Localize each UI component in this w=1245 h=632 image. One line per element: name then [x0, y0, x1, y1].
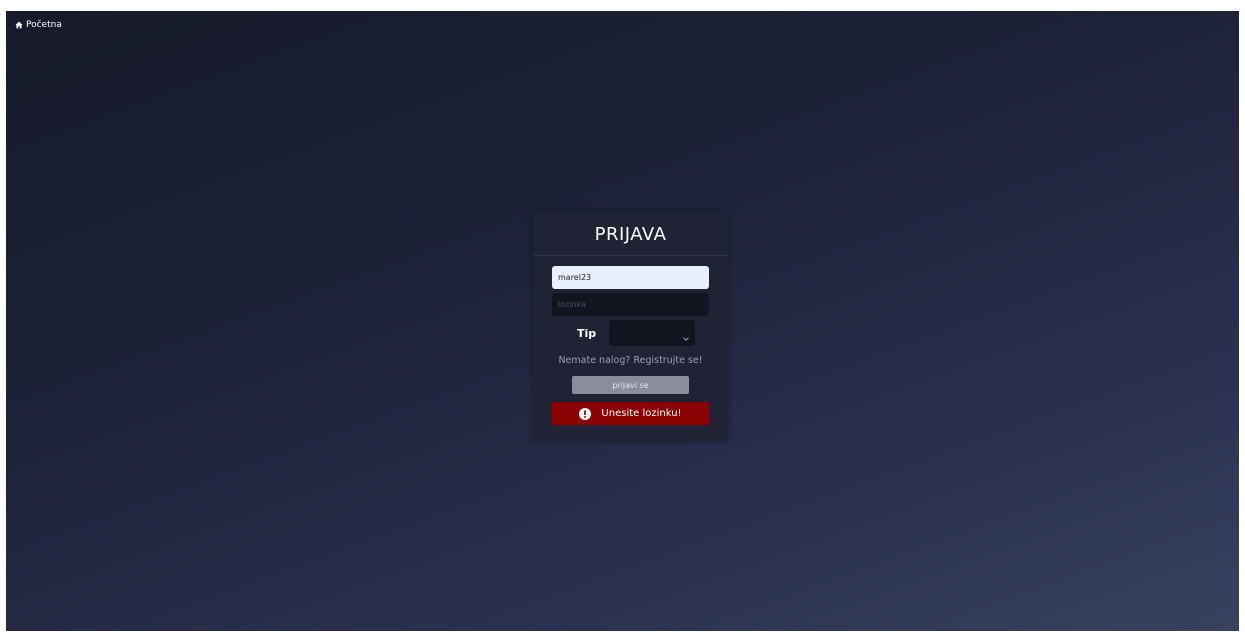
- title-divider: [533, 255, 728, 256]
- type-select[interactable]: [609, 320, 695, 346]
- type-label: Tip: [577, 327, 597, 340]
- login-card: PRIJAVA Tip Nemate nalog? Registrujte se…: [533, 212, 728, 441]
- login-title: PRIJAVA: [594, 224, 667, 245]
- home-link-label: Početna: [26, 20, 62, 30]
- exclamation-circle-icon: [579, 407, 592, 420]
- login-button[interactable]: prijavi se: [572, 376, 689, 394]
- register-link[interactable]: Nemate nalog? Registrujte se!: [533, 355, 728, 366]
- password-input[interactable]: [552, 293, 709, 316]
- home-icon: [15, 21, 23, 29]
- home-link[interactable]: Početna: [15, 20, 62, 30]
- error-alert: Unesite lozinku!: [552, 402, 709, 425]
- page-background: Početna PRIJAVA Tip Nemate nalog? Regist…: [6, 11, 1239, 631]
- username-input[interactable]: [552, 266, 709, 289]
- chevron-down-icon: [682, 328, 690, 347]
- error-message: Unesite lozinku!: [601, 408, 682, 419]
